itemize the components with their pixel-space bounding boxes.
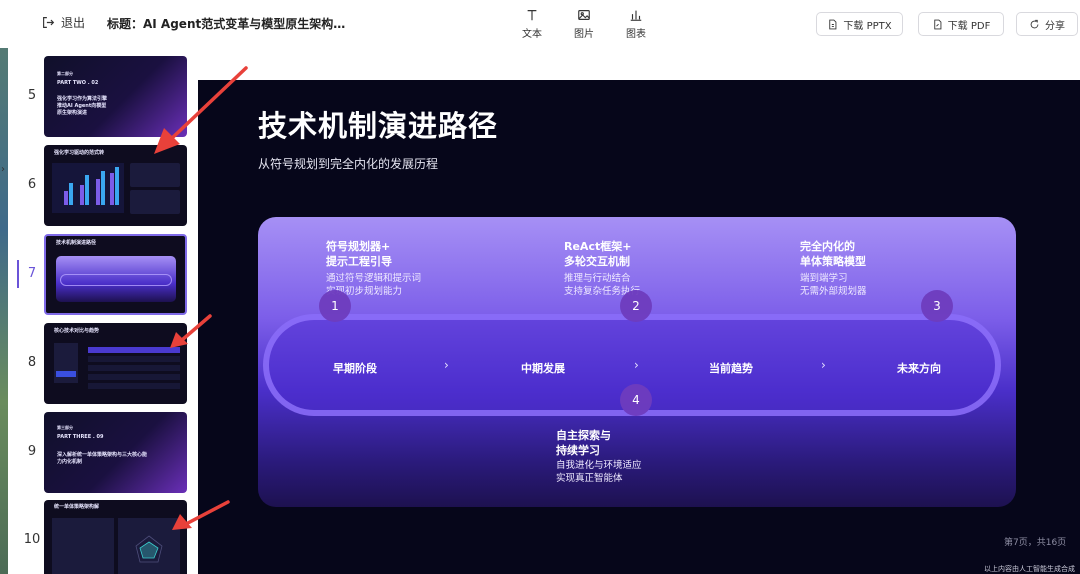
thumb-line: 推动AI Agent向模型 <box>57 103 107 109</box>
thumbnail-slide-5[interactable]: 第二部分 PART TWO . 02 强化学习作为算法引擎 推动AI Agent… <box>44 56 187 137</box>
thumb-card <box>130 190 180 214</box>
share-label: 分享 <box>1045 20 1065 32</box>
slide-subtitle[interactable]: 从符号规划到完全内化的发展历程 <box>258 155 438 172</box>
text-icon <box>527 10 537 21</box>
thumbnail-row-8[interactable]: 8 核心技术对比与趋势 <box>8 323 198 405</box>
thumbnail-row-9[interactable]: 9 第三部分 PART THREE . 09 深入解析统一单体策略架构与三大核心… <box>8 412 198 494</box>
share-icon <box>1030 19 1039 28</box>
thumb-line: 第二部分 <box>57 71 73 76</box>
thumbnail-row-10[interactable]: 10 统一单体策略架构解 <box>8 500 198 574</box>
thumbnail-row-6[interactable]: 6 强化学习驱动的范式转 <box>8 145 198 227</box>
thumb-line: PART THREE . 09 <box>57 434 104 440</box>
thumb-card <box>52 518 114 574</box>
thumb-table-header <box>88 347 180 353</box>
slide-number: 8 <box>27 355 37 370</box>
chevron-right-icon: › <box>444 358 449 372</box>
chart-icon <box>630 10 642 21</box>
exit-button[interactable]: 退出 <box>42 14 85 31</box>
thumbnail-slide-8[interactable]: 核心技术对比与趋势 <box>44 323 187 404</box>
slide-canvas[interactable]: 技术机制演进路径 从符号规划到完全内化的发展历程 早期阶段 › 中期发展 › 当… <box>198 80 1080 574</box>
thumbnail-slide-6[interactable]: 强化学习驱动的范式转 <box>44 145 187 226</box>
text-tool-button[interactable]: 文本 <box>515 8 549 40</box>
thumb-line: 强化学习作为算法引擎 <box>57 96 108 102</box>
slide-number: 6 <box>27 177 37 192</box>
thumb-line: 原生架构演进 <box>57 110 88 116</box>
step-3-marker: 3 <box>921 290 953 322</box>
slide-title[interactable]: 技术机制演进路径 <box>258 103 498 145</box>
insert-tools: 文本 图片 图表 <box>515 8 653 40</box>
thumb-sidebar-card <box>54 343 78 383</box>
top-toolbar: 退出 标题：AI Agent范式变革与模型原生架构… 文本 图片 图表 下载 P… <box>0 0 1080 48</box>
image-tool-label: 图片 <box>574 29 594 40</box>
thumb-line: 力内化机制 <box>57 459 83 465</box>
collapse-arrow-icon[interactable]: › <box>1 164 5 175</box>
thumb-line: PART TWO . 02 <box>57 80 99 86</box>
share-button[interactable]: 分享 <box>1016 12 1078 36</box>
thumbnail-row-7[interactable]: 7 技术机制演进路径 <box>8 234 198 316</box>
thumb-line: 第三部分 <box>57 425 73 430</box>
download-pptx-button[interactable]: 下载 PPTX <box>816 12 903 36</box>
slide-number: 10 <box>23 532 41 547</box>
thumb-table-body <box>88 356 180 392</box>
file-icon <box>829 19 837 29</box>
stage-label: 早期阶段 <box>333 362 377 375</box>
stage-label: 当前趋势 <box>709 362 753 375</box>
slide-number: 5 <box>27 88 37 103</box>
exit-icon <box>43 17 55 28</box>
chevron-right-icon: › <box>634 358 639 372</box>
chart-tool-label: 图表 <box>626 29 646 40</box>
window-edge <box>0 0 8 574</box>
step-2-marker: 2 <box>620 290 652 322</box>
image-icon <box>578 10 590 20</box>
step-3-heading: 完全内化的 单体策略模型 <box>800 240 866 268</box>
stage-label: 未来方向 <box>897 362 941 375</box>
step-4-marker: 4 <box>620 384 652 416</box>
thumbnail-slide-9[interactable]: 第三部分 PART THREE . 09 深入解析统一单体策略架构与三大核心能 … <box>44 412 187 493</box>
thumb-panel <box>56 256 176 302</box>
thumb-line: 统一单体策略架构解 <box>54 504 100 510</box>
thumb-card <box>118 518 180 574</box>
chart-tool-button[interactable]: 图表 <box>619 8 653 40</box>
thumb-line: 核心技术对比与趋势 <box>54 328 100 334</box>
slide-number: 7 <box>27 266 37 281</box>
thumb-radar-chart <box>135 535 163 563</box>
step-3-description: 端到端学习 无需外部规划器 <box>800 273 867 297</box>
thumb-line: 强化学习驱动的范式转 <box>54 150 105 156</box>
slide-thumbnail-list: 5 第二部分 PART TWO . 02 强化学习作为算法引擎 推动AI Age… <box>8 48 198 574</box>
thumb-line: 技术机制演进路径 <box>56 240 97 246</box>
thumb-line: 深入解析统一单体策略架构与三大核心能 <box>57 452 148 458</box>
step-4-heading: 自主探索与 持续学习 <box>556 429 611 457</box>
image-tool-button[interactable]: 图片 <box>567 8 601 40</box>
download-pdf-label: 下载 PDF <box>947 20 991 32</box>
thumbnail-slide-10[interactable]: 统一单体策略架构解 <box>44 500 187 574</box>
ai-generated-note: 以上内容由人工智能生成合成 <box>984 565 1075 573</box>
download-pdf-button[interactable]: 下载 PDF <box>918 12 1004 36</box>
stage-label: 中期发展 <box>521 362 565 375</box>
exit-label: 退出 <box>61 16 86 30</box>
active-indicator <box>17 260 19 288</box>
thumbnail-slide-7[interactable]: 技术机制演进路径 <box>44 234 187 315</box>
page-indicator: 第7页，共16页 <box>1004 538 1067 548</box>
text-tool-label: 文本 <box>522 29 542 40</box>
step-2-heading: ReAct框架+ 多轮交互机制 <box>564 240 632 268</box>
pdf-file-icon <box>933 19 942 29</box>
step-1-heading: 符号规划器+ 提示工程引导 <box>326 240 392 268</box>
chevron-right-icon: › <box>821 358 826 372</box>
document-title: 标题：AI Agent范式变革与模型原生架构… <box>107 17 346 31</box>
step-4-description: 自我进化与环境适应 实现真正智能体 <box>556 460 642 484</box>
thumb-bar-chart <box>52 163 124 213</box>
download-pptx-label: 下载 PPTX <box>843 20 892 32</box>
step-1-marker: 1 <box>319 290 351 322</box>
slide-number: 9 <box>27 444 37 459</box>
thumbnail-row-5[interactable]: 5 第二部分 PART TWO . 02 强化学习作为算法引擎 推动AI Age… <box>8 56 198 138</box>
timeline-panel[interactable]: 早期阶段 › 中期发展 › 当前趋势 › 未来方向 符号规划器+ 提示工程引导 通… <box>258 217 1016 507</box>
thumb-card <box>130 163 180 187</box>
